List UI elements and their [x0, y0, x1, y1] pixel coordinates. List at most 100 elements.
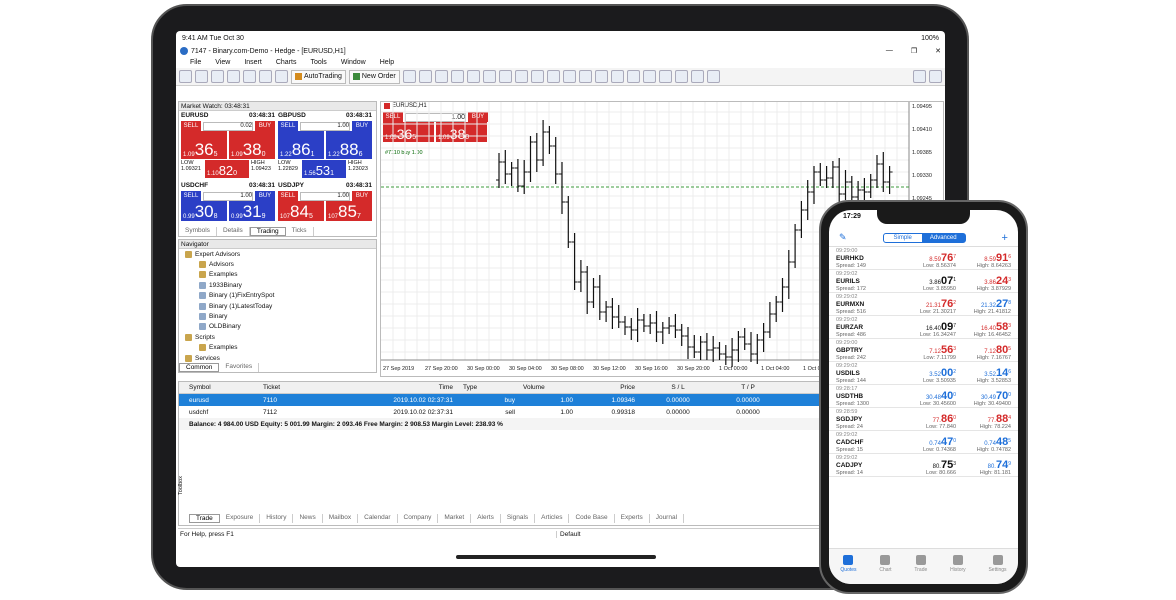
new-chart-icon[interactable] [179, 70, 192, 83]
menu-view[interactable]: View [215, 59, 230, 66]
nav-1933binary[interactable]: 1933Binary [185, 280, 376, 290]
minimize-icon[interactable]: — [886, 47, 893, 55]
data-window-icon[interactable] [227, 70, 240, 83]
list-item[interactable]: 09:29:02 CADCHF Spread: 15 0.74470 0.744… [829, 431, 1018, 454]
buy-button[interactable]: BUY [352, 121, 372, 131]
tab-trading[interactable]: Trading [249, 227, 286, 236]
nav-expert-advisors[interactable]: Expert Advisors [185, 249, 376, 259]
search-icon[interactable] [913, 70, 926, 83]
nav-examples[interactable]: Examples [185, 270, 376, 280]
col-type[interactable]: Type [463, 384, 523, 391]
col-symbol[interactable]: Symbol [179, 384, 263, 391]
tab-market[interactable]: Market [438, 514, 472, 523]
list-item[interactable]: 09:29:02 USDILS Spread: 144 3.52002 3.52… [829, 362, 1018, 385]
new-order-button[interactable]: New Order [348, 69, 400, 84]
list-item[interactable]: 09:29:00 GBPTRY Spread: 242 7.12563 7.12… [829, 339, 1018, 362]
lot-input[interactable]: 1.00 [300, 191, 350, 201]
candlestick-icon[interactable] [418, 70, 432, 83]
templates-icon[interactable] [562, 70, 576, 83]
tab-news[interactable]: News [293, 514, 323, 523]
menu-insert[interactable]: Insert [244, 59, 262, 66]
buy-price[interactable]: 0.99 31 9 [229, 201, 275, 221]
list-item[interactable]: 09:29:02 EURMXN Spread: 516 21.31762 21.… [829, 293, 1018, 316]
list-item[interactable]: 09:29:02 EURILS Spread: 172 3.86071 3.86… [829, 270, 1018, 293]
sell-button[interactable]: SELL [181, 121, 201, 131]
tab-company[interactable]: Company [398, 514, 439, 523]
autotrading-button[interactable]: AutoTrading [291, 69, 346, 84]
tab-quotes[interactable]: Quotes [840, 555, 857, 584]
tab-symbols[interactable]: Symbols [179, 227, 217, 236]
tab-journal[interactable]: Journal [650, 514, 685, 523]
tab-common[interactable]: Common [179, 363, 220, 372]
chart-shift-icon[interactable] [514, 70, 528, 83]
tab-trade[interactable]: Trade [914, 555, 927, 584]
periods-icon[interactable] [546, 70, 560, 83]
lot-input[interactable]: 0.02 [203, 121, 253, 131]
indicators-icon[interactable] [530, 70, 544, 83]
sell-price[interactable]: 0.99 30 8 [181, 201, 227, 221]
nav-binary-fixentryspot[interactable]: Binary (1)FixEntrySpot [185, 291, 376, 301]
seg-simple[interactable]: Simple [884, 234, 922, 242]
menu-file[interactable]: File [190, 59, 201, 66]
list-item[interactable]: 09:29:02 CADJPY Spread: 14 80.753 80.749… [829, 454, 1018, 477]
add-icon[interactable]: + [1002, 232, 1008, 244]
nav-scripts-examples[interactable]: Examples [185, 343, 376, 353]
vertical-line-icon[interactable] [610, 70, 624, 83]
quote-usdchf[interactable]: USDCHF 03:48:31 SELL 1.00 BUY 0.99 30 8 0.9… [181, 182, 275, 224]
menu-window[interactable]: Window [341, 59, 366, 66]
tab-signals[interactable]: Signals [501, 514, 536, 523]
tile-windows-icon[interactable] [482, 70, 496, 83]
crosshair-icon[interactable] [594, 70, 608, 83]
arrows-icon[interactable] [706, 70, 720, 83]
channel-icon[interactable] [658, 70, 672, 83]
tab-chart[interactable]: Chart [879, 555, 892, 584]
menu-tools[interactable]: Tools [310, 59, 326, 66]
menu-help[interactable]: Help [380, 59, 394, 66]
signal-icon[interactable] [275, 70, 288, 83]
tab-details[interactable]: Details [217, 227, 250, 236]
nav-binary[interactable]: Binary [185, 311, 376, 321]
list-item[interactable]: 09:29:00 EURHKD Spread: 149 8.59767 8.59… [829, 247, 1018, 270]
col-volume[interactable]: Volume [523, 384, 573, 391]
tab-trade[interactable]: Trade [189, 514, 220, 523]
tab-exposure[interactable]: Exposure [220, 514, 261, 523]
tab-calendar[interactable]: Calendar [358, 514, 398, 523]
text-icon[interactable] [690, 70, 704, 83]
close-icon[interactable]: ✕ [935, 47, 941, 55]
autoscroll-icon[interactable] [498, 70, 512, 83]
col-price[interactable]: Price [573, 384, 643, 391]
fibonacci-icon[interactable] [674, 70, 688, 83]
col-sl[interactable]: S / L [643, 384, 713, 391]
sell-button[interactable]: SELL [181, 191, 201, 201]
tab-settings[interactable]: Settings [988, 555, 1007, 584]
buy-button[interactable]: BUY [255, 121, 275, 131]
tab-mailbox[interactable]: Mailbox [323, 514, 359, 523]
nav-services[interactable]: Services [185, 353, 376, 363]
quote-eurusd[interactable]: EURUSD 03:48:31 SELL 0.02 BUY 1.09 36 5 1.0… [181, 112, 275, 180]
buy-price[interactable]: 107 85 7 [326, 201, 372, 221]
sell-button[interactable]: SELL [278, 191, 298, 201]
cursor-icon[interactable] [578, 70, 592, 83]
sell-price[interactable]: 1.09 36 5 [181, 131, 227, 159]
chat-icon[interactable] [929, 70, 942, 83]
col-ticket[interactable]: Ticket [263, 384, 373, 391]
edit-icon[interactable]: ✎ [839, 232, 847, 243]
buy-button[interactable]: BUY [255, 191, 275, 201]
zoom-out-icon[interactable] [466, 70, 480, 83]
menu-charts[interactable]: Charts [276, 59, 297, 66]
tab-experts[interactable]: Experts [615, 514, 650, 523]
lot-input[interactable]: 1.00 [203, 191, 253, 201]
trendline-icon[interactable] [642, 70, 656, 83]
col-tp[interactable]: T / P [713, 384, 783, 391]
tab-code-base[interactable]: Code Base [569, 514, 615, 523]
line-chart-icon[interactable] [434, 70, 448, 83]
col-time[interactable]: Time [373, 384, 463, 391]
list-item[interactable]: 09:28:17 USDTHB Spread: 1300 30.48400 30… [829, 385, 1018, 408]
nav-binary-latesttoday[interactable]: Binary (1)LatestToday [185, 301, 376, 311]
sell-price[interactable]: 107 84 5 [278, 201, 324, 221]
tab-ticks[interactable]: Ticks [286, 227, 314, 236]
buy-price[interactable]: 1.22 88 6 [326, 131, 372, 159]
buy-price[interactable]: 1.09 38 0 [229, 131, 275, 159]
tab-articles[interactable]: Articles [535, 514, 570, 523]
bar-chart-icon[interactable] [402, 70, 416, 83]
